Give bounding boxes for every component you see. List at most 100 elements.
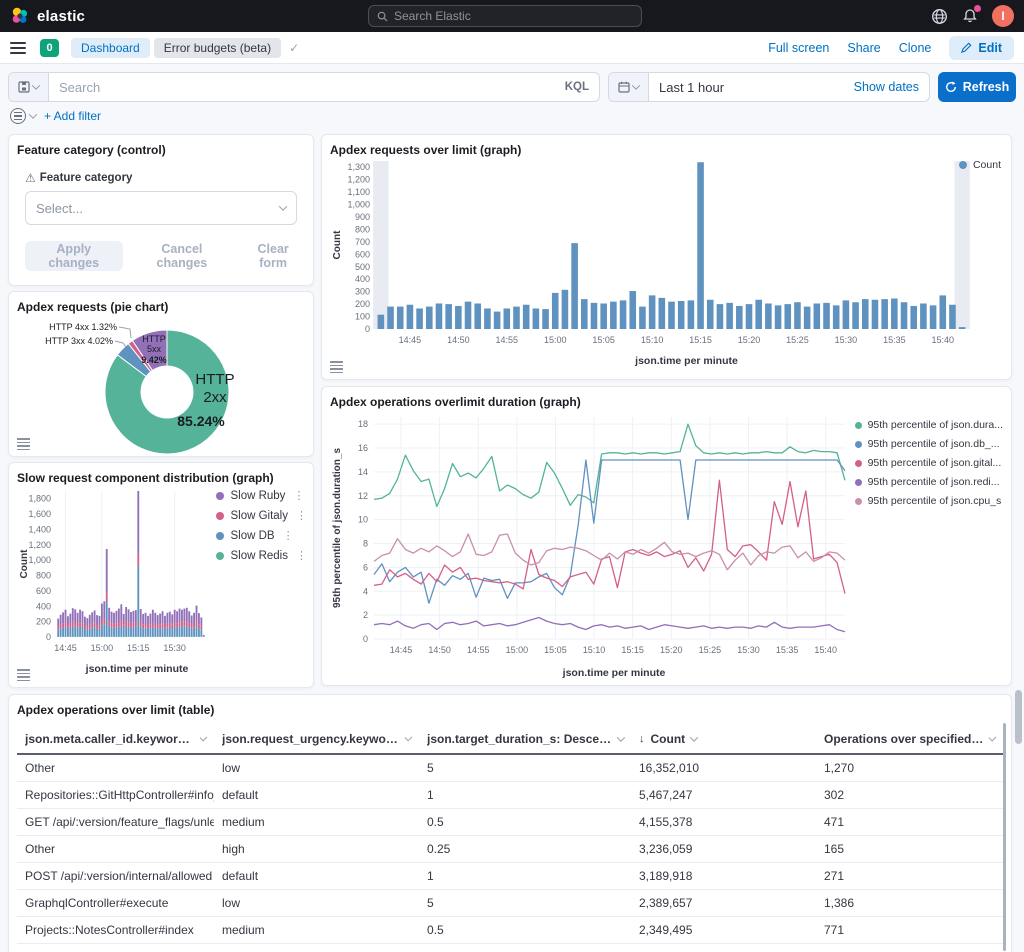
panel-slow-request-distribution: Slow request component distribution (gra… [8, 462, 314, 688]
table-cell: 4,155,378 [631, 809, 816, 836]
breadcrumb-dashboard[interactable]: Dashboard [71, 38, 150, 58]
elastic-logo[interactable]: elastic [10, 6, 85, 26]
pie-chart-canvas[interactable]: HTTP2xx85.24%HTTP5xx9.42%HTTP 4xx 1.32%H… [17, 314, 305, 461]
chart-svg: 02468101214161814:4514:5014:5515:0015:05… [330, 409, 855, 661]
legend-item[interactable]: Slow DB⋮ [216, 529, 307, 542]
legend-actions-icon[interactable]: ⋮ [283, 529, 294, 542]
table-cell: low [214, 754, 419, 782]
share-button[interactable]: Share [847, 41, 880, 55]
legend-item[interactable]: 95th percentile of json.dura... [855, 419, 1003, 431]
svg-text:1,800: 1,800 [28, 494, 51, 504]
legend-dot [216, 532, 224, 540]
legend-item[interactable]: 95th percentile of json.gital... [855, 457, 1003, 469]
svg-text:1,000: 1,000 [347, 200, 370, 210]
svg-text:14:50: 14:50 [447, 335, 470, 345]
table-header-cell[interactable]: Operations over specified threshold... [816, 727, 1003, 754]
time-range-value[interactable]: Last 1 hour [649, 73, 854, 101]
legend-actions-icon[interactable]: ⋮ [296, 509, 307, 522]
svg-text:15:15: 15:15 [689, 335, 712, 345]
refresh-button[interactable]: Refresh [938, 72, 1016, 102]
edit-button[interactable]: Edit [949, 36, 1014, 60]
page-scrollbar-thumb[interactable] [1015, 690, 1022, 744]
chevron-down-icon [616, 734, 624, 742]
table-scrollbar-thumb[interactable] [1003, 723, 1006, 951]
legend-dot [216, 552, 224, 560]
clear-form-button[interactable]: Clear form [241, 242, 305, 270]
legend-item[interactable]: 95th percentile of json.cpu_s [855, 495, 1003, 507]
bar-chart-canvas[interactable]: 01002003004005006007008009001,0001,1001,… [330, 157, 1003, 354]
show-dates-button[interactable]: Show dates [854, 73, 929, 101]
legend-item[interactable]: 95th percentile of json.redi... [855, 476, 1003, 488]
legend-label: 95th percentile of json.dura... [868, 419, 1003, 431]
legend-actions-icon[interactable]: ⋮ [296, 549, 307, 562]
table-cell: 0.25 [419, 836, 631, 863]
panel-options-icon[interactable] [330, 361, 343, 373]
table-row: POST /api/:version/internal/alloweddefau… [17, 863, 1003, 890]
add-filter-button[interactable]: + Add filter [44, 109, 101, 123]
svg-text:0: 0 [363, 634, 368, 644]
panel-options-icon[interactable] [17, 669, 30, 681]
panel-apdex-requests-over-limit: Apdex requests over limit (graph) 010020… [321, 134, 1012, 380]
svg-text:15:05: 15:05 [592, 335, 615, 345]
saved-query-menu-button[interactable] [9, 73, 49, 101]
table-cell: 165 [816, 836, 1003, 863]
calendar-menu-button[interactable] [609, 73, 649, 101]
panel-title: Apdex operations over limit (table) [17, 703, 1003, 717]
clone-button[interactable]: Clone [899, 41, 932, 55]
svg-text:15:30: 15:30 [163, 643, 186, 653]
legend-dot [959, 161, 967, 169]
svg-text:15:20: 15:20 [660, 645, 683, 655]
svg-text:85.24%: 85.24% [177, 413, 225, 429]
save-icon [18, 81, 30, 93]
svg-text:14: 14 [358, 467, 368, 477]
search-icon [377, 11, 388, 22]
panel-feature-category-control: Feature category (control) ⚠ Feature cat… [8, 134, 314, 286]
table-header-cell[interactable]: json.request_urgency.keyword: Des... [214, 727, 419, 754]
table-cell: 0.5 [419, 809, 631, 836]
nav-menu-icon[interactable] [10, 42, 26, 54]
svg-text:1,200: 1,200 [347, 175, 370, 185]
kql-toggle[interactable]: KQL [565, 81, 599, 93]
svg-text:15:30: 15:30 [737, 645, 760, 655]
table-header-cell[interactable]: json.target_duration_s: Descending [419, 727, 631, 754]
svg-text:1,000: 1,000 [28, 555, 51, 565]
panel-title: Apdex requests (pie chart) [17, 300, 305, 314]
chevron-down-icon [29, 110, 37, 118]
legend-item[interactable]: Slow Redis⋮ [216, 549, 307, 562]
panel-options-icon[interactable] [17, 438, 30, 450]
checkmark-icon[interactable]: ✓ [289, 41, 299, 55]
filter-menu-icon[interactable] [10, 108, 26, 124]
legend-item[interactable]: Slow Gitaly⋮ [216, 509, 307, 522]
deployment-icon[interactable] [931, 8, 948, 25]
legend-dot [855, 460, 862, 467]
feature-category-select[interactable]: Select... [25, 191, 297, 225]
status-badge[interactable]: 0 [40, 39, 59, 57]
svg-text:15:40: 15:40 [932, 335, 955, 345]
chevron-down-icon [989, 734, 997, 742]
x-axis-label: json.time per minute [47, 663, 227, 675]
legend-item[interactable]: Count [959, 159, 1001, 171]
breadcrumb-current[interactable]: Error budgets (beta) [154, 38, 281, 58]
select-placeholder: Select... [36, 201, 83, 216]
cancel-changes-button[interactable]: Cancel changes [137, 242, 228, 270]
table-cell: 271 [816, 863, 1003, 890]
svg-text:15:35: 15:35 [883, 335, 906, 345]
panel-apdex-duration-lines: Apdex operations overlimit duration (gra… [321, 386, 1012, 686]
apply-changes-button[interactable]: Apply changes [25, 241, 123, 271]
control-field-label: Feature category [40, 172, 133, 184]
table-cell: 471 [816, 809, 1003, 836]
user-avatar[interactable]: I [992, 5, 1014, 27]
table-row: Otherhigh0.253,236,059165 [17, 836, 1003, 863]
kql-search-input[interactable]: Search [49, 73, 565, 101]
table-cell: 302 [816, 782, 1003, 809]
table-header-cell[interactable]: json.meta.caller_id.keyword: Desce... [17, 727, 214, 754]
legend-actions-icon[interactable]: ⋮ [293, 489, 304, 502]
svg-text:2xx: 2xx [203, 389, 227, 406]
legend-item[interactable]: Slow Ruby⋮ [216, 489, 307, 502]
full-screen-button[interactable]: Full screen [768, 41, 829, 55]
legend-item[interactable]: 95th percentile of json.db_... [855, 438, 1003, 450]
notifications-bell-icon[interactable] [962, 8, 978, 24]
svg-text:10: 10 [358, 515, 368, 525]
global-search-input[interactable]: Search Elastic [368, 5, 642, 27]
table-header-cell[interactable]: ↓Count [631, 727, 816, 754]
